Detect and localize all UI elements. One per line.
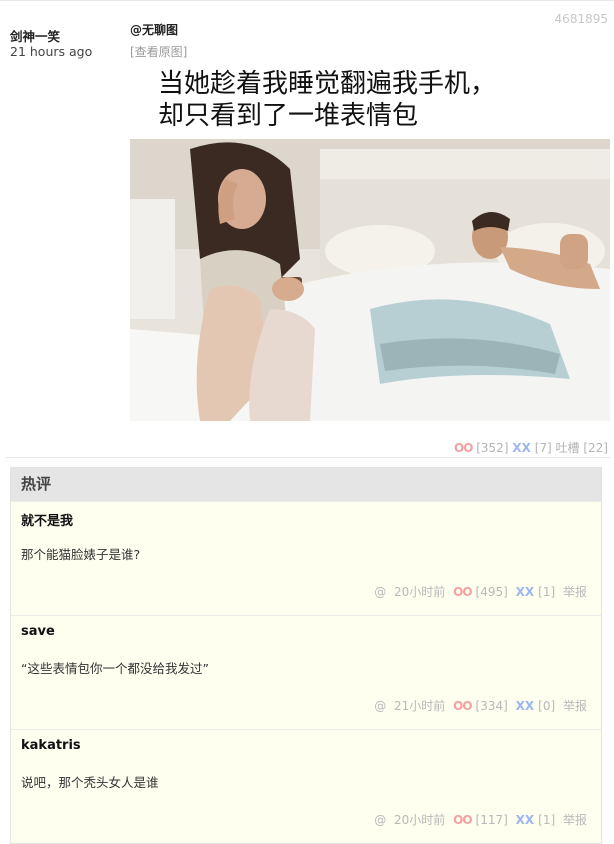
comment-time: 21小时前 [394, 699, 446, 713]
reply-at-button[interactable]: @ [374, 585, 386, 599]
xx-count: [7] [534, 441, 552, 455]
xx-count: [1] [538, 813, 556, 827]
oo-count: [334] [475, 699, 508, 713]
report-button[interactable]: 举报 [563, 585, 587, 599]
tucao-count: [22] [583, 441, 608, 455]
comment-author[interactable]: save [21, 624, 55, 639]
comment-author[interactable]: 就不是我 [21, 510, 73, 529]
post-id[interactable]: 4681895 [555, 12, 608, 26]
meme-photo [130, 139, 610, 421]
oo-count: [495] [475, 585, 508, 599]
post-author[interactable]: 剑神一笑 [10, 26, 60, 45]
comment-meta: @ 20小时前 OO [495] XX [1] 举报 [370, 583, 587, 600]
post-mention[interactable]: @无聊图 [130, 21, 178, 38]
xx-button[interactable]: XX [516, 585, 535, 599]
tucao-button[interactable]: 吐槽 [556, 441, 580, 455]
section-divider [6, 457, 610, 458]
comment-meta: @ 20小时前 OO [117] XX [1] 举报 [370, 811, 587, 828]
post-time: 21 hours ago [10, 44, 93, 59]
oo-button[interactable]: OO [454, 441, 473, 455]
post-image[interactable]: 当她趁着我睡觉翻遍我手机， 却只看到了一堆表情包 [130, 68, 610, 421]
reply-at-button[interactable]: @ [374, 813, 386, 827]
xx-count: [1] [538, 585, 556, 599]
comment-item: kakatris 说吧，那个秃头女人是谁 @ 20小时前 OO [117] XX[… [11, 729, 601, 843]
report-button[interactable]: 举报 [563, 813, 587, 827]
oo-button[interactable]: OO [453, 699, 472, 713]
hot-comments-title: 热评 [11, 468, 601, 501]
oo-button[interactable]: OO [453, 813, 472, 827]
comment-text: 说吧，那个秃头女人是谁 [21, 775, 159, 790]
comment-text: 那个能猫脸婊子是谁? [21, 547, 141, 562]
comment-item: 就不是我 那个能猫脸婊子是谁? @ 20小时前 OO [495] XX [1] 举报 [11, 501, 601, 615]
hot-comments: 热评 就不是我 那个能猫脸婊子是谁? @ 20小时前 OO [495] XX [1]… [10, 467, 602, 844]
oo-button[interactable]: OO [453, 585, 472, 599]
comment-item: save “这些表情包你一个都没给我发过” @ 21小时前 OO [334] XX… [11, 615, 601, 729]
comment-time: 20小时前 [394, 585, 446, 599]
xx-button[interactable]: XX [516, 699, 535, 713]
top-divider [0, 0, 614, 1]
view-original-link[interactable]: [查看原图] [130, 43, 187, 60]
comment-author[interactable]: kakatris [21, 738, 81, 753]
xx-button[interactable]: XX [516, 813, 535, 827]
comment-time: 20小时前 [394, 813, 446, 827]
xx-count: [0] [538, 699, 556, 713]
oo-count: [352] [476, 441, 509, 455]
oo-count: [117] [475, 813, 508, 827]
meme-caption: 当她趁着我睡觉翻遍我手机， 却只看到了一堆表情包 [130, 68, 610, 139]
comment-text: “这些表情包你一个都没给我发过” [21, 661, 209, 676]
reply-at-button[interactable]: @ [374, 699, 386, 713]
report-button[interactable]: 举报 [563, 699, 587, 713]
comment-meta: @ 21小时前 OO [334] XX [0] 举报 [370, 697, 587, 714]
post-vote-bar: OO [352] XX [7] 吐槽 [22] [454, 439, 608, 456]
xx-button[interactable]: XX [512, 441, 531, 455]
